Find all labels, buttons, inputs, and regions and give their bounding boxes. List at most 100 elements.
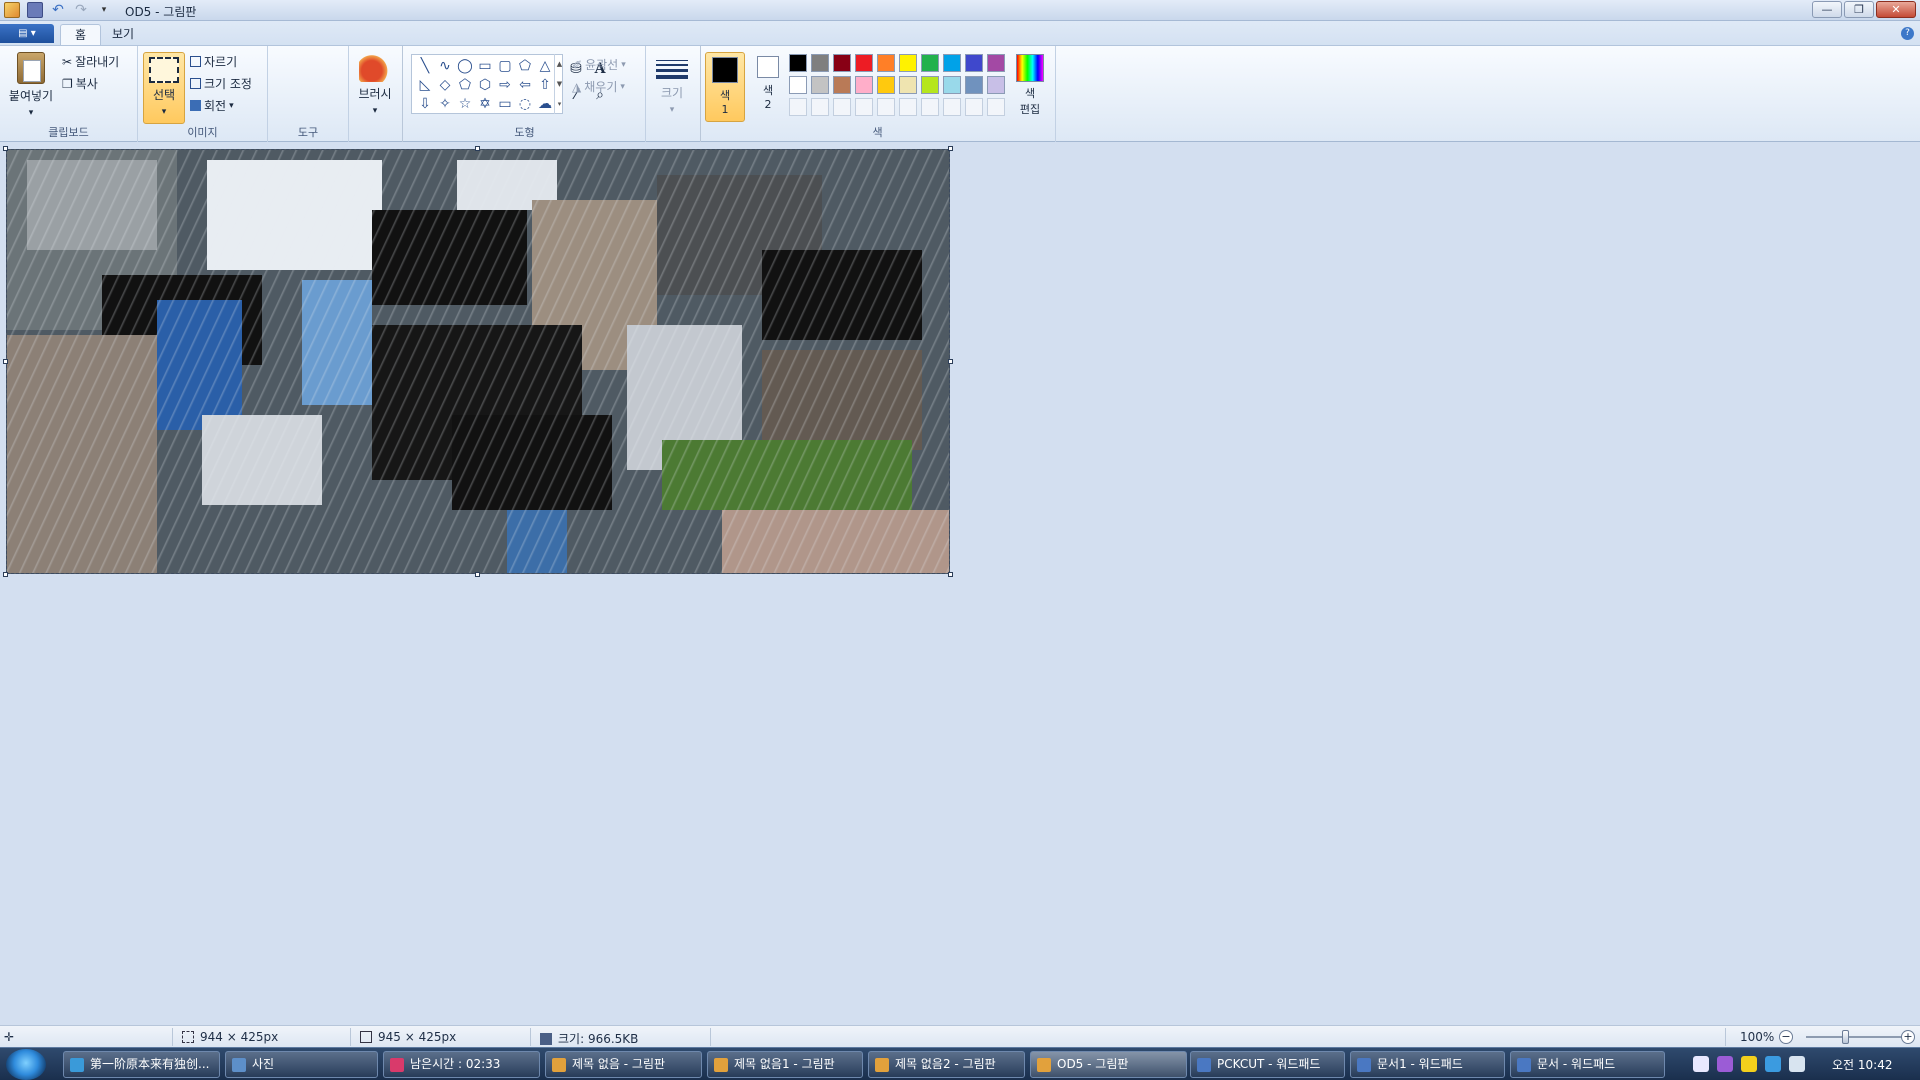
shape-item[interactable]: ◇ [435,76,455,95]
shape-item[interactable]: ☆ [455,95,475,114]
shape-item[interactable]: ⇧ [535,76,555,95]
shape-item[interactable]: ☁ [535,95,555,114]
taskbar-item[interactable]: OD5 - 그림판 [1030,1051,1187,1078]
taskbar-item[interactable]: PCKCUT - 워드패드 [1190,1051,1345,1078]
resize-handle-br[interactable] [948,572,953,577]
tools-group-label: 도구 [297,126,319,139]
undo-icon[interactable]: ↶ [50,2,66,18]
shapes-scroll-down[interactable]: ▼ [555,74,564,94]
resize-handle-tr[interactable] [948,146,953,151]
paste-icon [17,52,45,84]
tab-view[interactable]: 보기 [98,24,148,45]
resize-handle-t[interactable] [475,146,480,151]
fill-button[interactable]: ◮ 채우기 ▾ [572,78,625,95]
taskbar-app-icon [1197,1058,1211,1072]
customize-toolbar-icon[interactable]: ▾ [96,2,112,18]
line-size-icon [656,54,688,84]
canvas-area[interactable] [0,143,1920,1025]
shape-item[interactable]: ⇦ [515,76,535,95]
shape-item[interactable]: △ [535,57,555,76]
colors-group: 색 [700,46,1056,142]
start-button[interactable] [6,1049,46,1080]
taskbar-app-icon [1517,1058,1531,1072]
taskbar-app-icon [390,1058,404,1072]
window-title: OD5 - 그림판 [125,5,197,19]
tab-home[interactable]: 홈 [60,24,102,45]
shape-item[interactable]: ⬡ [475,76,495,95]
outline-button[interactable]: ✐ 윤곽선 ▾ [572,56,626,73]
paint-menu-button[interactable]: ▤ ▾ [0,24,54,43]
shape-item[interactable]: ▭ [475,57,495,76]
crop-button[interactable]: 자르기 [190,53,237,70]
shape-item[interactable]: ⬠ [515,57,535,76]
taskbar-item[interactable]: 남은시간 : 02:33 [383,1051,540,1078]
taskbar-item[interactable]: 문서1 - 워드패드 [1350,1051,1505,1078]
cut-button[interactable]: ✂ 잘라내기 [62,53,119,70]
select-rectangle-icon [149,57,179,83]
shape-item[interactable]: ⬠ [455,76,475,95]
minimize-button[interactable]: — [1812,1,1842,18]
zoom-slider[interactable] [1806,1036,1910,1038]
tray-icon[interactable] [1765,1056,1781,1072]
brushes-button[interactable]: 브러시 ▾ [354,54,396,116]
crop-icon [190,56,201,67]
clock[interactable]: 오전 10:42 [1832,1056,1892,1073]
zoom-in-button[interactable]: + [1901,1030,1915,1044]
shape-item[interactable]: ∿ [435,57,455,76]
rotate-button[interactable]: 회전 ▾ [190,97,234,114]
taskbar-item[interactable]: 사진 [225,1051,378,1078]
shape-item[interactable]: ◌ [515,95,535,114]
taskbar-item[interactable]: 제목 없음1 - 그림판 [707,1051,863,1078]
zoom-slider-knob[interactable] [1842,1030,1849,1044]
paste-button[interactable]: 붙여넣기 ▾ [6,52,56,118]
tray-icon[interactable] [1693,1056,1709,1072]
shape-item[interactable]: ⇨ [495,76,515,95]
restore-button[interactable]: ❐ [1844,1,1874,18]
taskbar-app-icon [875,1058,889,1072]
brush-icon [359,54,391,82]
shape-item[interactable]: ✧ [435,95,455,114]
resize-button[interactable]: 크기 조정 [190,75,252,92]
save-icon[interactable] [27,2,43,18]
taskbar-item[interactable]: 제목 없음2 - 그림판 [868,1051,1025,1078]
resize-handle-l[interactable] [3,359,8,364]
tray-icon[interactable] [1717,1056,1733,1072]
taskbar-item[interactable]: 문서 - 워드패드 [1510,1051,1665,1078]
size-button[interactable]: 크기 ▾ [652,54,692,115]
shapes-expand[interactable]: ▾ [555,94,564,114]
shapes-scroll-up[interactable]: ▲ [555,54,564,74]
paint-app-icon[interactable] [4,2,20,18]
copy-button[interactable]: ❐ 복사 [62,75,98,92]
shapes-gallery[interactable]: ╲ ∿ ◯ ▭ ▢ ⬠ △ ◺ ◇ ⬠ ⬡ ⇨ ⇦ ⇧ ⇩ ✧ ☆ ✡ ▭ ◌ ☁ [411,54,563,114]
tray-icon[interactable] [1789,1056,1805,1072]
resize-handle-b[interactable] [475,572,480,577]
shape-item[interactable]: ▢ [495,57,515,76]
copy-icon: ❐ [62,76,73,91]
taskbar-item-label: 제목 없음2 - 그림판 [895,1057,996,1071]
resize-handle-r[interactable] [948,359,953,364]
quick-access-toolbar: ↶ ↷ ▾ [4,2,112,18]
shape-item[interactable]: ╲ [415,57,435,76]
taskbar-item-label: 사진 [252,1057,275,1071]
tray-icon[interactable] [1741,1056,1757,1072]
shape-item[interactable]: ✡ [475,95,495,114]
shape-item[interactable]: ▭ [495,95,515,114]
resize-handle-bl[interactable] [3,572,8,577]
shapes-group-label: 도형 [514,126,535,139]
shapes-scroll[interactable]: ▲ ▼ ▾ [554,54,564,114]
resize-handle-tl[interactable] [3,146,8,151]
shape-item[interactable]: ⇩ [415,95,435,114]
collage-image[interactable] [6,149,950,574]
shape-item[interactable]: ◯ [455,57,475,76]
taskbar-item[interactable]: 第一阶原本来有独创... [63,1051,220,1078]
taskbar-item[interactable]: 제목 없음 - 그림판 [545,1051,702,1078]
redo-icon[interactable]: ↷ [73,2,89,18]
resize-icon [190,78,201,89]
close-button[interactable]: ✕ [1876,1,1916,18]
cursor-position: ✛ [4,1030,14,1044]
select-button[interactable]: 선택 ▾ [143,52,185,124]
shape-item[interactable]: ◺ [415,76,435,95]
disk-icon [540,1032,552,1045]
zoom-out-button[interactable]: − [1779,1030,1793,1044]
help-icon[interactable]: ? [1901,27,1914,40]
